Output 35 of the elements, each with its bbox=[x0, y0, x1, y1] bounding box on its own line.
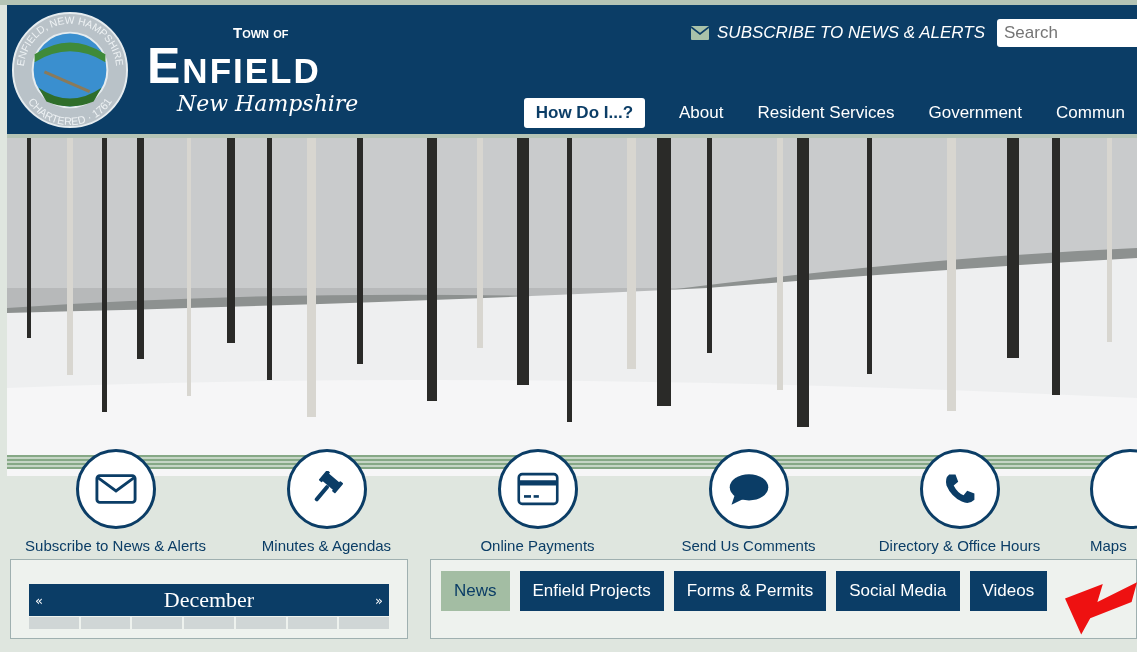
tab[interactable]: Social Media bbox=[836, 571, 960, 611]
weekday-header-cell bbox=[339, 617, 390, 629]
state-name: New Hampshire bbox=[177, 90, 359, 116]
speech-bubble-icon bbox=[727, 471, 770, 507]
nav-item[interactable]: Government bbox=[916, 98, 1035, 128]
quick-link[interactable]: Maps bbox=[1065, 449, 1137, 554]
previous-month-button[interactable]: « bbox=[35, 592, 43, 608]
quick-link[interactable]: Send Us Comments bbox=[643, 449, 854, 554]
quick-link[interactable]: Directory & Office Hours bbox=[854, 449, 1065, 554]
quick-link[interactable]: Subscribe to News & Alerts bbox=[10, 449, 221, 554]
nav-item[interactable]: How Do I...? bbox=[523, 98, 646, 128]
weekday-header-cell bbox=[80, 617, 131, 629]
nav-item[interactable]: Commun bbox=[1044, 98, 1137, 128]
tab[interactable]: Videos bbox=[969, 571, 1048, 611]
month-title: December bbox=[163, 587, 255, 613]
quick-link[interactable]: Online Payments bbox=[432, 449, 643, 554]
weekday-header-cell bbox=[29, 617, 79, 629]
next-month-button[interactable]: » bbox=[375, 592, 383, 608]
weekday-header-cell bbox=[132, 617, 183, 629]
nav-item[interactable]: About bbox=[667, 98, 736, 128]
weekday-header-cell bbox=[287, 617, 338, 629]
tab[interactable]: Enfield Projects bbox=[519, 571, 664, 611]
town-of-label: Town of bbox=[233, 23, 289, 41]
credit-card-icon bbox=[516, 471, 559, 507]
weekday-header-cell bbox=[235, 617, 286, 629]
envelope-icon bbox=[94, 471, 137, 507]
subscribe-link[interactable]: SUBSCRIBE TO NEWS & ALERTS bbox=[691, 23, 985, 43]
search-field[interactable]: Search bbox=[997, 19, 1137, 47]
quick-link[interactable]: Minutes & Agendas bbox=[221, 449, 432, 554]
weekday-header-cell bbox=[184, 617, 234, 629]
tab[interactable]: News bbox=[441, 571, 510, 611]
envelope-icon bbox=[691, 26, 709, 40]
tab[interactable]: Forms & Permits bbox=[673, 571, 827, 611]
town-name: Enfield bbox=[147, 40, 321, 91]
nav-item[interactable]: Resident Services bbox=[745, 98, 907, 128]
